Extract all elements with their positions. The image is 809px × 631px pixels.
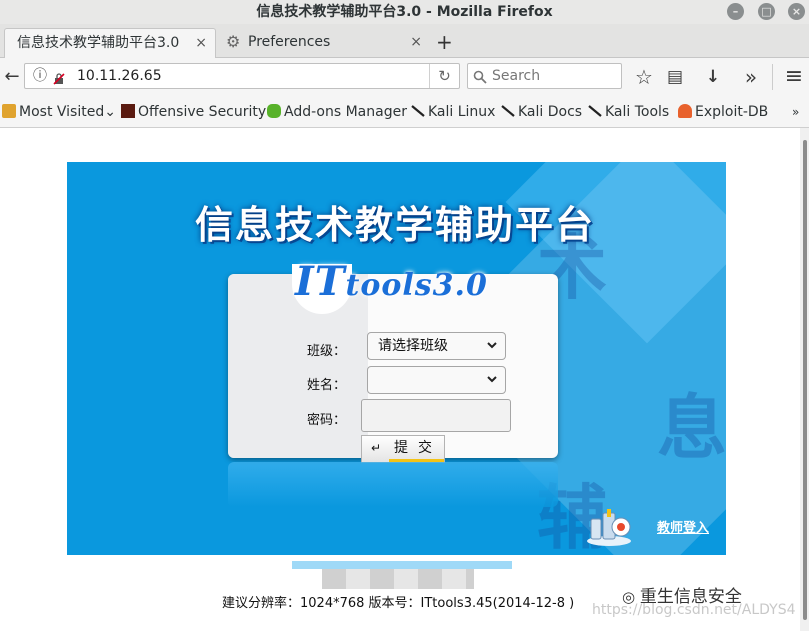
close-window-button[interactable]: × <box>788 3 805 20</box>
submit-label: 提交 <box>394 440 442 456</box>
bookmark-label: Add-ons Manager <box>284 104 407 120</box>
maximize-button[interactable]: □ <box>758 3 775 20</box>
name-select[interactable] <box>367 366 506 394</box>
teacher-icon[interactable] <box>585 507 633 547</box>
scrollbar-thumb[interactable] <box>803 140 807 620</box>
bookmark-offensive-security[interactable]: Offensive Security <box>121 101 266 123</box>
bookmark-kali-tools[interactable]: Kali Tools <box>588 101 669 123</box>
password-field[interactable] <box>361 399 511 432</box>
platform-title: 信息技术教学辅助平台 <box>195 203 596 247</box>
password-label: 密码： <box>307 413 347 428</box>
name-label: 姓名： <box>307 378 347 393</box>
blurred-block <box>322 569 474 589</box>
page-content: 术 息 辅 信息技术教学辅助平台 班级： 请选择班级 姓名： 密码： ↵ 提交 <box>0 128 800 631</box>
download-icon[interactable]: ↓ <box>702 64 724 90</box>
kali-icon <box>501 103 515 117</box>
kali-icon <box>588 103 602 117</box>
puzzle-icon <box>267 104 281 118</box>
bookmark-label: Offensive Security <box>138 104 267 120</box>
tab-label: Preferences <box>248 34 331 50</box>
login-stage: 术 息 辅 信息技术教学辅助平台 班级： 请选择班级 姓名： 密码： ↵ 提交 <box>67 162 726 555</box>
search-icon <box>473 69 487 84</box>
footer-info: 建议分辨率：1024*768 版本号：ITtools3.45(2014-12-8… <box>222 596 575 611</box>
tab-bar: 信息技术教学辅助平台3.0 × ⚙ Preferences × + <box>0 24 809 58</box>
submit-button[interactable]: ↵ 提交 <box>361 435 445 463</box>
back-icon[interactable]: ← <box>2 64 22 90</box>
search-input[interactable]: Search <box>492 64 540 88</box>
bookmark-star-icon[interactable]: ☆ <box>633 64 655 90</box>
class-select-value: 请选择班级 <box>378 338 448 354</box>
tab-preferences[interactable]: ⚙ Preferences × <box>218 28 430 58</box>
tab-close-button[interactable]: × <box>410 28 422 56</box>
url-text: 10.11.26.65 <box>77 68 162 84</box>
window-title: 信息技术教学辅助平台3.0 - Mozilla Firefox <box>256 4 553 20</box>
logo-rest: tools3.0 <box>345 268 488 303</box>
new-tab-button[interactable]: + <box>436 28 453 56</box>
insecure-lock-icon <box>53 70 65 85</box>
bookmark-label: Exploit-DB <box>695 104 769 120</box>
logo-main: IT <box>295 258 346 305</box>
class-select[interactable]: 请选择班级 <box>367 332 506 360</box>
bookmark-kali-docs[interactable]: Kali Docs <box>501 101 582 123</box>
chevron-down-icon <box>487 367 497 402</box>
class-label: 班级： <box>307 344 347 359</box>
minimize-button[interactable]: – <box>727 3 744 20</box>
overflow-icon[interactable]: » <box>740 64 762 90</box>
decorative-glyph: 息 <box>657 386 726 469</box>
bookmark-label: Kali Docs <box>518 104 583 120</box>
panel-reflection <box>228 462 558 507</box>
toolbar-divider <box>772 64 773 90</box>
exploitdb-icon <box>678 104 692 118</box>
reload-icon[interactable]: ↻ <box>429 64 459 88</box>
blurred-bar <box>292 561 512 569</box>
search-bar[interactable]: Search <box>467 63 622 89</box>
bookmark-label: Kali Linux <box>428 104 496 120</box>
bookmark-label: Kali Tools <box>605 104 670 120</box>
navigation-bar: ← ⓘ 10.11.26.65 ↻ Search ☆ ▤ ↓ » ≡ <box>0 58 809 96</box>
chevron-down-icon <box>487 333 497 368</box>
chevron-down-icon: ⌄ <box>104 104 116 120</box>
library-icon[interactable]: ▤ <box>664 64 686 90</box>
url-bar[interactable]: ⓘ 10.11.26.65 ↻ <box>24 63 460 89</box>
teacher-login-link[interactable]: 教师登入 <box>657 517 709 536</box>
bookmark-most-visited[interactable]: Most Visited⌄ <box>2 101 116 123</box>
bookmark-exploit-db[interactable]: Exploit-DB <box>678 101 768 123</box>
info-icon[interactable]: ⓘ <box>33 64 47 88</box>
bookmarks-toolbar: Most Visited⌄ Offensive Security Add-ons… <box>0 96 809 128</box>
bookmark-addons-manager[interactable]: Add-ons Manager <box>267 101 407 123</box>
gear-icon: ⚙ <box>226 32 241 51</box>
bookmark-label: Most Visited <box>19 104 105 120</box>
folder-icon <box>2 104 16 118</box>
ittools-logo: ITtools3.0 <box>295 258 488 305</box>
tab-label: 信息技术教学辅助平台3.0 <box>17 35 180 51</box>
bookmark-kali-linux[interactable]: Kali Linux <box>411 101 495 123</box>
tab-active[interactable]: 信息技术教学辅助平台3.0 × <box>4 28 216 58</box>
kali-icon <box>411 103 425 117</box>
tab-close-button[interactable]: × <box>195 29 207 57</box>
offsec-icon <box>121 104 135 118</box>
watermark-url: https://blog.csdn.net/ALDYS4 <box>592 602 796 618</box>
bookmarks-overflow-icon[interactable]: » <box>792 101 799 123</box>
menu-icon[interactable]: ≡ <box>782 64 806 90</box>
enter-icon: ↵ <box>371 441 382 455</box>
window-titlebar: 信息技术教学辅助平台3.0 - Mozilla Firefox – □ × <box>0 0 809 24</box>
